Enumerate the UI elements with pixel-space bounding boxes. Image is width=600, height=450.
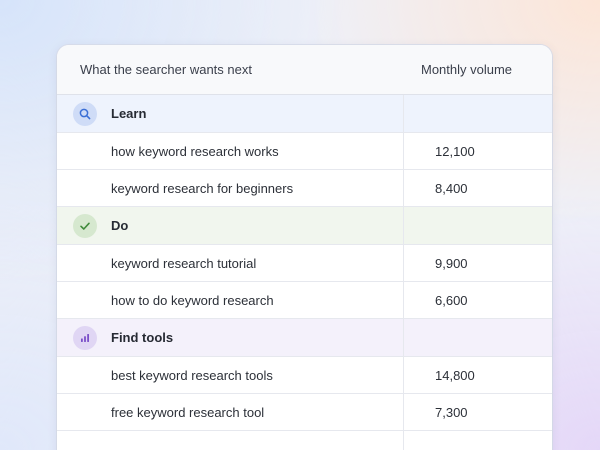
empty-table-row [57, 431, 552, 450]
group-label-do: Do [111, 218, 129, 233]
keyword-cell: how to do keyword research [111, 292, 274, 308]
volume-cell: 6,600 [435, 292, 468, 308]
group-row-find-tools: Find tools [57, 319, 552, 357]
keyword-intent-table: What the searcher wants next Monthly vol… [57, 45, 552, 450]
volume-cell: 9,900 [435, 255, 468, 271]
volume-cell: 14,800 [435, 367, 475, 383]
table-row: best keyword research tools 14,800 [57, 357, 552, 394]
table-row: keyword research for beginners 8,400 [57, 170, 552, 207]
volume-cell: 7,300 [435, 404, 468, 420]
check-icon [73, 213, 97, 238]
group-row-do: Do [57, 207, 552, 245]
column-header-volume-label: Monthly volume [421, 62, 513, 77]
column-header-intent-label: What the searcher wants next [80, 62, 252, 77]
group-label-find-tools: Find tools [111, 330, 174, 345]
group-row-learn: Learn [57, 95, 552, 133]
keyword-cell: keyword research tutorial [111, 255, 257, 271]
group-label-learn: Learn [111, 106, 147, 121]
volume-cell: 8,400 [435, 180, 468, 196]
search-icon [73, 101, 97, 126]
keyword-cell: free keyword research tool [111, 404, 265, 420]
table-row: keyword research tutorial 9,900 [57, 245, 552, 282]
table-row: how to do keyword research 6,600 [57, 282, 552, 319]
table-row: how keyword research works 12,100 [57, 133, 552, 170]
keyword-cell: how keyword research works [111, 143, 279, 159]
volume-cell: 12,100 [435, 143, 475, 159]
keyword-cell: keyword research for beginners [111, 180, 294, 196]
bar-chart-icon [73, 325, 97, 350]
table-header: What the searcher wants next Monthly vol… [57, 45, 552, 95]
column-header-intent: What the searcher wants next [57, 45, 404, 94]
column-header-volume: Monthly volume [404, 45, 552, 94]
table-row: free keyword research tool 7,300 [57, 394, 552, 431]
keyword-cell: best keyword research tools [111, 367, 273, 383]
